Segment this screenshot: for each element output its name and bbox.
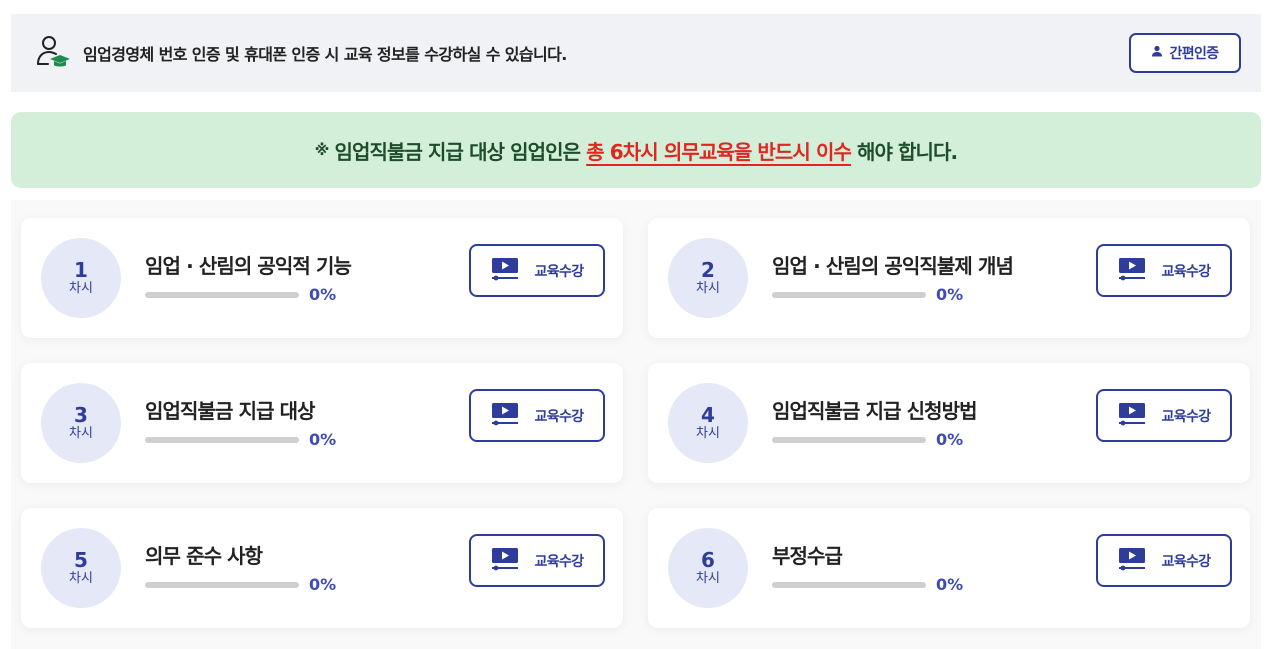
video-play-icon — [490, 256, 520, 286]
course-card: 4 차시 임업직불금 지급 신청방법 0% 교육수강 — [648, 363, 1250, 483]
session-unit: 차시 — [69, 571, 93, 586]
progress-percent: 0% — [936, 285, 964, 304]
progress-bar — [145, 292, 299, 298]
video-play-icon — [1117, 256, 1147, 286]
video-play-icon — [1117, 401, 1147, 431]
session-badge: 4 차시 — [668, 383, 748, 463]
simple-auth-button[interactable]: 간편인증 — [1129, 33, 1241, 73]
progress-percent: 0% — [936, 575, 964, 594]
start-course-button[interactable]: 교육수강 — [1096, 244, 1232, 297]
progress-percent: 0% — [309, 575, 337, 594]
start-course-label: 교육수강 — [1161, 263, 1211, 280]
course-title: 임업직불금 지급 신청방법 — [772, 399, 978, 423]
notice-prefix: 임업직불금 지급 대상 임업인은 — [334, 139, 581, 164]
session-unit: 차시 — [696, 281, 720, 296]
notice-emphasis: 총 6차시 의무교육을 반드시 이수 — [586, 139, 852, 164]
simple-auth-label: 간편인증 — [1169, 46, 1219, 62]
session-number: 4 — [701, 403, 715, 427]
notice-suffix: 해야 합니다. — [856, 139, 958, 164]
session-badge: 1 차시 — [41, 238, 121, 318]
video-play-icon — [1117, 546, 1147, 576]
course-card: 1 차시 임업 · 산림의 공익적 기능 0% 교육수강 — [21, 218, 623, 338]
user-icon — [1151, 45, 1163, 61]
progress-bar — [145, 437, 299, 443]
course-card: 3 차시 임업직불금 지급 대상 0% 교육수강 — [21, 363, 623, 483]
course-title: 의무 준수 사항 — [145, 544, 263, 568]
progress-bar — [772, 437, 926, 443]
progress-percent: 0% — [309, 430, 337, 449]
course-list: 1 차시 임업 · 산림의 공익적 기능 0% 교육수강 2 차시 임업 · 산… — [11, 200, 1261, 649]
session-badge: 6 차시 — [668, 528, 748, 608]
session-number: 1 — [74, 258, 88, 282]
start-course-button[interactable]: 교육수강 — [1096, 389, 1232, 442]
course-card: 6 차시 부정수급 0% 교육수강 — [648, 508, 1250, 628]
start-course-button[interactable]: 교육수강 — [1096, 534, 1232, 587]
start-course-button[interactable]: 교육수강 — [469, 389, 605, 442]
session-badge: 3 차시 — [41, 383, 121, 463]
course-title: 임업 · 산림의 공익적 기능 — [145, 254, 352, 278]
session-badge: 2 차시 — [668, 238, 748, 318]
page: 임업경영체 번호 인증 및 휴대폰 인증 시 교육 정보를 수강하실 수 있습니… — [0, 0, 1274, 649]
progress-bar — [145, 582, 299, 588]
session-unit: 차시 — [69, 426, 93, 441]
video-play-icon — [490, 401, 520, 431]
course-title: 부정수급 — [772, 544, 843, 568]
video-play-icon — [490, 546, 520, 576]
start-course-label: 교육수강 — [534, 408, 584, 425]
start-course-label: 교육수강 — [1161, 408, 1211, 425]
start-course-button[interactable]: 교육수강 — [469, 244, 605, 297]
session-number: 5 — [74, 548, 88, 572]
start-course-label: 교육수강 — [1161, 553, 1211, 570]
session-number: 6 — [701, 548, 715, 572]
start-course-label: 교육수강 — [534, 553, 584, 570]
progress-bar — [772, 292, 926, 298]
session-unit: 차시 — [69, 281, 93, 296]
course-title: 임업 · 산림의 공익직불제 개념 — [772, 254, 1014, 278]
start-course-button[interactable]: 교육수강 — [469, 534, 605, 587]
notice-mark: ※ — [314, 141, 330, 159]
auth-info-bar: 임업경영체 번호 인증 및 휴대폰 인증 시 교육 정보를 수강하실 수 있습니… — [11, 14, 1261, 92]
session-badge: 5 차시 — [41, 528, 121, 608]
notice-banner: ※ 임업직불금 지급 대상 임업인은 총 6차시 의무교육을 반드시 이수 해야… — [11, 112, 1261, 188]
course-title: 임업직불금 지급 대상 — [145, 399, 316, 423]
course-card: 2 차시 임업 · 산림의 공익직불제 개념 0% 교육수강 — [648, 218, 1250, 338]
auth-message: 임업경영체 번호 인증 및 휴대폰 인증 시 교육 정보를 수강하실 수 있습니… — [83, 45, 567, 64]
session-unit: 차시 — [696, 426, 720, 441]
progress-percent: 0% — [309, 285, 337, 304]
session-number: 2 — [701, 258, 715, 282]
start-course-label: 교육수강 — [534, 263, 584, 280]
session-unit: 차시 — [696, 571, 720, 586]
session-number: 3 — [74, 403, 88, 427]
progress-bar — [772, 582, 926, 588]
progress-percent: 0% — [936, 430, 964, 449]
course-card: 5 차시 의무 준수 사항 0% 교육수강 — [21, 508, 623, 628]
user-graduate-icon — [35, 34, 73, 72]
